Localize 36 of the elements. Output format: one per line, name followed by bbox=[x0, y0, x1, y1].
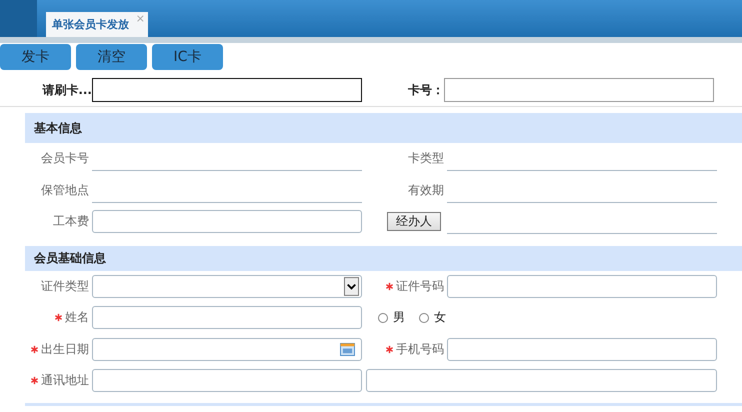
field-label: 工本费 bbox=[53, 213, 89, 230]
input-field[interactable] bbox=[447, 338, 717, 361]
header-block bbox=[0, 0, 37, 37]
radio-option[interactable]: 女 bbox=[419, 309, 446, 326]
field-label: 证件号码 bbox=[396, 278, 444, 295]
select-field[interactable] bbox=[92, 274, 362, 298]
section-header: 会员基础信息 bbox=[25, 246, 742, 270]
field-label: 会员卡号 bbox=[41, 150, 89, 168]
field-label: 姓名 bbox=[65, 309, 89, 326]
toolbar-button[interactable]: IC卡 bbox=[152, 44, 223, 70]
field-label: 卡号： bbox=[407, 82, 444, 98]
input-field[interactable] bbox=[92, 369, 362, 392]
field-label: 证件类型 bbox=[41, 278, 89, 295]
field-label: 有效期 bbox=[408, 182, 444, 199]
input-field[interactable] bbox=[366, 369, 717, 392]
input-field[interactable] bbox=[92, 210, 362, 234]
input-field[interactable] bbox=[447, 274, 717, 298]
field-label: 通讯地址 bbox=[41, 372, 89, 390]
caret-icon bbox=[344, 276, 359, 296]
section-header: 基本信息 bbox=[25, 113, 742, 143]
calendar-icon bbox=[340, 342, 355, 356]
input-field[interactable] bbox=[92, 78, 362, 102]
field-label: 请刷卡... bbox=[41, 82, 92, 98]
handler-button[interactable]: 经办人 bbox=[387, 212, 441, 232]
toolbar-button[interactable]: 发卡 bbox=[0, 44, 71, 70]
date-field[interactable] bbox=[92, 338, 362, 361]
tab-label: 单张会员卡发放 bbox=[52, 17, 129, 32]
field-label: 出生日期 bbox=[41, 340, 89, 358]
toolbar-button[interactable]: 清空 bbox=[76, 44, 147, 70]
input-field[interactable] bbox=[444, 78, 714, 102]
input-field[interactable] bbox=[92, 306, 362, 330]
field-label: 手机号码 bbox=[396, 340, 444, 358]
field-label: 卡类型 bbox=[408, 150, 444, 168]
tab[interactable]: 单张会员卡发放 × bbox=[46, 12, 148, 37]
radio-option[interactable]: 男 bbox=[378, 309, 405, 326]
field-label: 保管地点 bbox=[41, 182, 89, 199]
